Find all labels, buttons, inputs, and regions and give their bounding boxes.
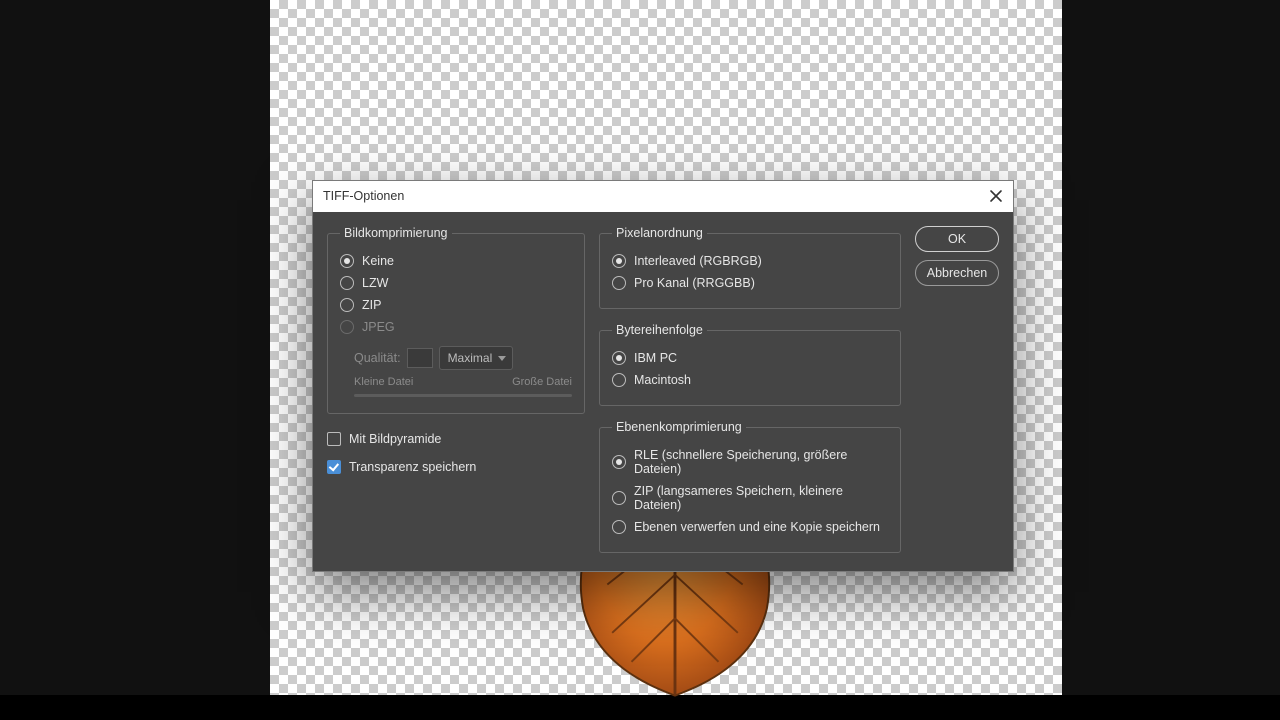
option-label: Ebenen verwerfen und eine Kopie speicher… (634, 520, 880, 534)
button-label: Abbrechen (927, 266, 987, 280)
button-label: OK (948, 232, 966, 246)
image-compression-none[interactable]: Keine (340, 250, 572, 272)
quality-label: Qualität: (354, 351, 401, 365)
middle-column: Pixelanordnung Interleaved (RGBRGB) Pro … (599, 226, 901, 553)
checkbox-icon (327, 432, 341, 446)
dialog-actions: OK Abbrechen (915, 226, 999, 553)
option-label: Mit Bildpyramide (349, 432, 441, 446)
image-compression-zip[interactable]: ZIP (340, 294, 572, 316)
option-label: Macintosh (634, 373, 691, 387)
radio-icon (612, 455, 626, 469)
image-compression-lzw[interactable]: LZW (340, 272, 572, 294)
large-file-label: Große Datei (512, 376, 572, 388)
pixel-order-group: Pixelanordnung Interleaved (RGBRGB) Pro … (599, 226, 901, 309)
option-label: Transparenz speichern (349, 460, 476, 474)
byte-order-legend: Bytereihenfolge (612, 323, 707, 337)
save-transparency-check[interactable]: Transparenz speichern (327, 456, 585, 478)
radio-icon (340, 254, 354, 268)
radio-icon (612, 491, 626, 505)
radio-icon (612, 276, 626, 290)
option-label: Interleaved (RGBRGB) (634, 254, 762, 268)
pixel-order-per-channel[interactable]: Pro Kanal (RRGGBB) (612, 272, 888, 294)
image-compression-group: Bildkomprimierung Keine LZW ZIP (327, 226, 585, 414)
radio-icon (340, 276, 354, 290)
option-label: RLE (schnellere Speicherung, größere Dat… (634, 448, 888, 476)
layer-compression-rle[interactable]: RLE (schnellere Speicherung, größere Dat… (612, 444, 888, 480)
left-column: Bildkomprimierung Keine LZW ZIP (327, 226, 585, 553)
dialog-title: TIFF-Optionen (323, 189, 404, 203)
layer-compression-zip[interactable]: ZIP (langsameres Speichern, kleinere Dat… (612, 480, 888, 516)
quality-slider (354, 394, 572, 397)
radio-icon (612, 373, 626, 387)
option-label: ZIP (362, 298, 381, 312)
jpeg-quality-block: Qualität: Maximal Kleine Datei Große Dat… (340, 346, 572, 397)
option-label: JPEG (362, 320, 395, 334)
layer-compression-group: Ebenenkomprimierung RLE (schnellere Spei… (599, 420, 901, 553)
radio-icon (612, 351, 626, 365)
dialog-body: Bildkomprimierung Keine LZW ZIP (313, 212, 1013, 571)
radio-icon (340, 298, 354, 312)
chevron-down-icon (498, 356, 506, 361)
cancel-button[interactable]: Abbrechen (915, 260, 999, 286)
tiff-options-dialog: TIFF-Optionen Bildkomprimierung Keine (312, 180, 1014, 572)
option-label: Pro Kanal (RRGGBB) (634, 276, 755, 290)
radio-icon (612, 520, 626, 534)
radio-icon (612, 254, 626, 268)
pixel-order-interleaved[interactable]: Interleaved (RGBRGB) (612, 250, 888, 272)
dialog-titlebar: TIFF-Optionen (313, 181, 1013, 212)
close-icon (989, 189, 1003, 203)
layer-compression-flatten[interactable]: Ebenen verwerfen und eine Kopie speicher… (612, 516, 888, 538)
image-compression-legend: Bildkomprimierung (340, 226, 452, 240)
quality-preset-value: Maximal (448, 351, 493, 365)
small-file-label: Kleine Datei (354, 376, 413, 388)
app-root: TIFF-Optionen Bildkomprimierung Keine (0, 0, 1280, 695)
option-label: ZIP (langsameres Speichern, kleinere Dat… (634, 484, 888, 512)
save-image-pyramid-check[interactable]: Mit Bildpyramide (327, 428, 585, 450)
byte-order-mac[interactable]: Macintosh (612, 369, 888, 391)
option-label: IBM PC (634, 351, 677, 365)
close-button[interactable] (989, 189, 1003, 203)
option-label: Keine (362, 254, 394, 268)
radio-icon (340, 320, 354, 334)
checkbox-icon (327, 460, 341, 474)
byte-order-ibm[interactable]: IBM PC (612, 347, 888, 369)
ok-button[interactable]: OK (915, 226, 999, 252)
byte-order-group: Bytereihenfolge IBM PC Macintosh (599, 323, 901, 406)
quality-input (407, 348, 433, 368)
image-compression-jpeg: JPEG (340, 316, 572, 338)
layer-compression-legend: Ebenenkomprimierung (612, 420, 746, 434)
quality-preset-select: Maximal (439, 346, 514, 370)
option-label: LZW (362, 276, 388, 290)
pixel-order-legend: Pixelanordnung (612, 226, 707, 240)
